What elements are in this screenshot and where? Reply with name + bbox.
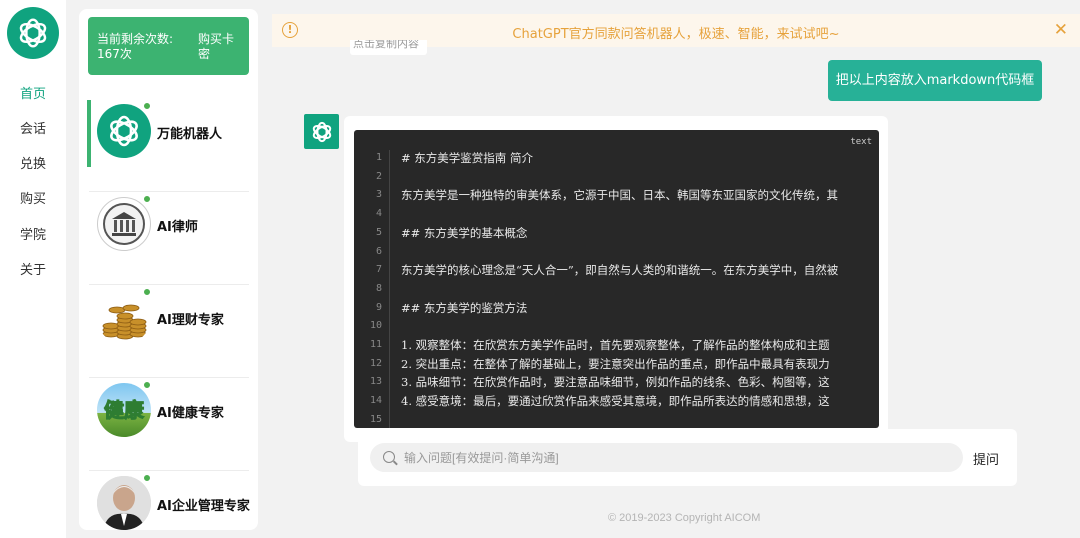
line-number: 8 xyxy=(375,282,382,294)
search-icon xyxy=(383,451,395,463)
courthouse-icon xyxy=(97,197,151,251)
bot-item-management[interactable]: AI企业管理专家 xyxy=(89,472,250,530)
code-line: 14 4. 感受意境：最后，要通过欣赏作品来感受其意境，即作品所表达的情感和思想，… xyxy=(354,393,879,412)
line-number: 12 xyxy=(369,357,382,369)
nav-item-about[interactable]: 关于 xyxy=(20,259,46,278)
bot-name: AI企业管理专家 xyxy=(157,499,250,514)
svg-text:健康: 健康 xyxy=(104,398,145,422)
bot-item-finance[interactable]: AI理财专家 xyxy=(89,286,249,378)
code-line: 15 xyxy=(354,412,879,428)
bot-name: 万能机器人 xyxy=(157,127,223,142)
close-icon[interactable]: ✕ xyxy=(1054,20,1068,40)
footer-copyright: © 2019-2023 Copyright AICOM xyxy=(608,512,761,524)
online-status-dot xyxy=(143,102,151,110)
line-number: 7 xyxy=(375,264,382,276)
code-line: 12 2. 突出重点：在整体了解的基础上，要注意突出作品的重点，即作品中最具有表现… xyxy=(354,356,879,375)
line-number: 11 xyxy=(369,339,382,350)
nav-item-redeem[interactable]: 兑换 xyxy=(20,153,46,172)
quota-label: 当前剩余次数: xyxy=(97,32,174,46)
nav-item-academy[interactable]: 学院 xyxy=(20,224,46,243)
line-number: 2 xyxy=(375,170,382,182)
openai-logo-icon[interactable] xyxy=(7,7,59,59)
code-text: ## 东方美学的基本概念 xyxy=(401,225,528,240)
code-line: 5 ## 东方美学的基本概念 xyxy=(354,225,879,244)
openai-logo-icon xyxy=(97,104,151,158)
bot-avatar-icon xyxy=(304,114,339,149)
buy-card-label: 购买卡 xyxy=(198,32,235,46)
line-number: 4 xyxy=(375,208,382,220)
code-text: 东方美学是一种独特的审美体系，它源于中国、日本、韩国等东亚国家的文化传统，其 xyxy=(401,188,838,203)
line-number: 1 xyxy=(375,152,382,163)
code-line: 6 xyxy=(354,244,879,263)
line-number: 10 xyxy=(369,320,382,332)
code-line: 4 xyxy=(354,206,879,225)
code-line: 8 xyxy=(354,281,879,300)
question-input-box xyxy=(370,443,963,472)
nav-item-chat[interactable]: 会话 xyxy=(20,118,46,137)
portrait-avatar xyxy=(97,476,151,530)
online-status-dot xyxy=(143,288,151,296)
line-number: 6 xyxy=(375,245,382,257)
code-line: 3 东方美学是一种独特的审美体系，它源于中国、日本、韩国等东亚国家的文化传统，其 xyxy=(354,187,879,206)
code-line: 1 # 东方美学鉴赏指南 简介 xyxy=(354,150,879,169)
bot-name: AI律师 xyxy=(157,220,198,235)
copy-hint-text: 点击复制内容 xyxy=(350,40,427,55)
code-line: 11 1. 观察整体：在欣赏东方美学作品时，首先要观察整体，了解作品的整体构成和主… xyxy=(354,337,879,356)
code-text: ## 东方美学的鉴赏方法 xyxy=(401,300,528,315)
online-status-dot xyxy=(143,195,151,203)
code-text: 东方美学的核心理念是“天人合一”，即自然与人类的和谐统一。在东方美学中，自然被 xyxy=(401,263,839,278)
line-number: 13 xyxy=(369,376,382,388)
code-text: 3. 品味细节：在欣赏作品时，要注意品味细节，例如作品的线条、色彩、构图等，这 xyxy=(401,375,830,390)
code-block: text 1 # 东方美学鉴赏指南 简介 2 3 东方美学是一种独特的审美体系，它源于中… xyxy=(354,130,879,428)
buy-card-label-2: 密 xyxy=(198,47,211,61)
code-line: 7 东方美学的核心理念是“天人合一”，即自然与人类的和谐统一。在东方美学中，自然被 xyxy=(354,262,879,281)
buy-card-button[interactable]: 购买卡 密 xyxy=(198,32,242,62)
line-number: 5 xyxy=(375,226,382,238)
question-input[interactable] xyxy=(404,443,954,472)
nav-item-home[interactable]: 首页 xyxy=(20,83,46,102)
code-language-label: text xyxy=(850,137,872,147)
bot-item-lawyer[interactable]: AI律师 xyxy=(89,193,249,285)
input-area: 提问 xyxy=(358,429,1017,486)
health-badge-icon: 健康 xyxy=(97,383,151,437)
code-text: # 东方美学鉴赏指南 简介 xyxy=(401,151,533,165)
online-status-dot xyxy=(143,474,151,482)
user-message-bubble: 把以上内容放入markdown代码框 xyxy=(828,60,1042,101)
ask-button[interactable]: 提问 xyxy=(973,449,999,468)
line-number: 3 xyxy=(375,189,382,201)
line-number: 9 xyxy=(375,301,382,313)
bot-list-panel: 当前剩余次数: 167次 购买卡 密 万能机器人 AI律师 AI理财专家 健康 … xyxy=(79,9,258,530)
quota-count: 167次 xyxy=(97,47,132,61)
code-text: 4. 感受意境：最后，要通过欣赏作品来感受其意境，即作品所表达的情感和思想，这 xyxy=(401,394,830,409)
code-line: 9 ## 东方美学的鉴赏方法 xyxy=(354,300,879,319)
code-line: 2 xyxy=(354,169,879,188)
quota-card: 当前剩余次数: 167次 购买卡 密 xyxy=(88,17,249,75)
line-number: 15 xyxy=(369,413,382,425)
left-nav: 首页 会话 兑换 购买 学院 关于 xyxy=(0,0,66,538)
gold-coins-icon xyxy=(97,290,151,344)
code-text: 2. 突出重点：在整体了解的基础上，要注意突出作品的重点，即作品中最具有表现力 xyxy=(401,356,830,371)
nav-item-buy[interactable]: 购买 xyxy=(20,188,46,207)
code-line: 10 xyxy=(354,318,879,337)
bot-item-health[interactable]: 健康 AI健康专家 xyxy=(89,379,249,471)
code-line: 13 3. 品味细节：在欣赏作品时，要注意品味细节，例如作品的线条、色彩、构图等，… xyxy=(354,374,879,393)
online-status-dot xyxy=(143,381,151,389)
line-number: 14 xyxy=(369,395,382,407)
bot-name: AI理财专家 xyxy=(157,313,224,328)
code-text: 1. 观察整体：在欣赏东方美学作品时，首先要观察整体，了解作品的整体构成和主题 xyxy=(401,338,830,352)
bot-item-universal[interactable]: 万能机器人 xyxy=(87,100,249,192)
bot-name: AI健康专家 xyxy=(157,406,224,421)
